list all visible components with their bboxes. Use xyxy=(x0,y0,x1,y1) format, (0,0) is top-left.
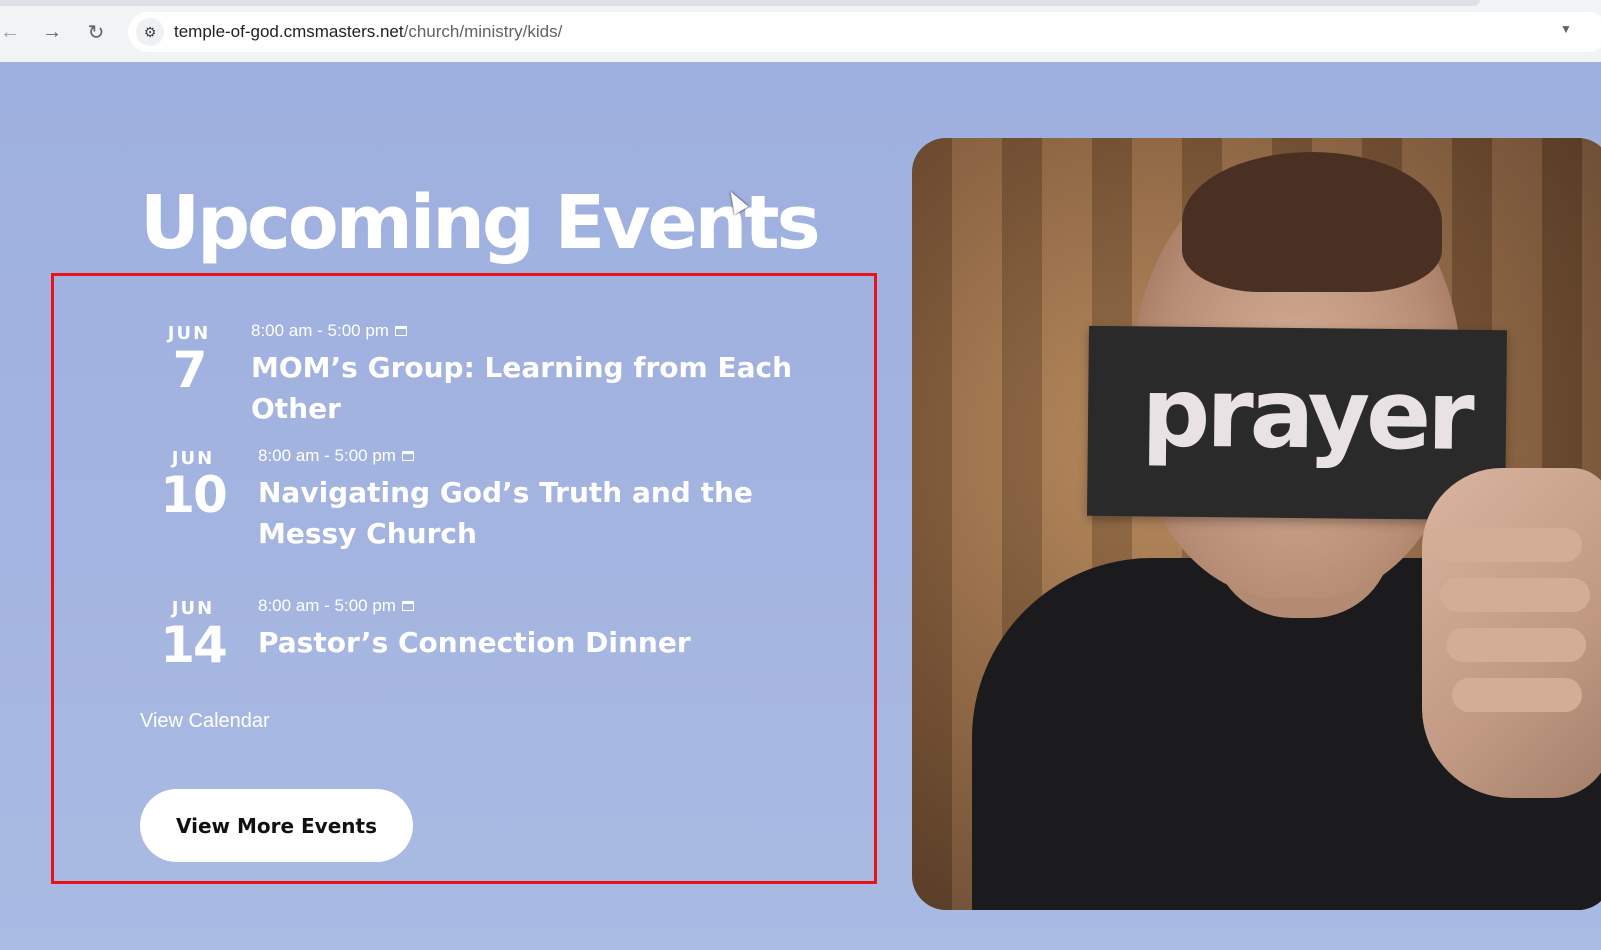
url-domain: temple-of-god.cmsmasters.net xyxy=(174,22,404,41)
chevron-down-icon[interactable]: ▼ xyxy=(1560,22,1572,36)
event-time-text: 8:00 am - 5:00 pm xyxy=(251,321,389,340)
event-time: 8:00 am - 5:00 pm xyxy=(258,596,838,616)
event-title[interactable]: Navigating God’s Truth and the Messy Chu… xyxy=(258,472,838,554)
prayer-photo: prayer xyxy=(912,138,1601,910)
event-title[interactable]: Pastor’s Connection Dinner xyxy=(258,622,838,663)
browser-toolbar: ← → ↻ ⚙ temple-of-god.cmsmasters.net/chu… xyxy=(0,0,1601,63)
calendar-icon xyxy=(401,601,414,611)
calendar-icon xyxy=(401,451,414,461)
event-day: 10 xyxy=(160,466,228,524)
event-day: 7 xyxy=(172,341,208,399)
finger xyxy=(1432,528,1582,562)
event-time-text: 8:00 am - 5:00 pm xyxy=(258,446,396,465)
reload-icon[interactable]: ↻ xyxy=(82,18,110,46)
site-info-icon[interactable]: ⚙ xyxy=(136,18,164,46)
event-info: 8:00 am - 5:00 pm Pastor’s Connection Di… xyxy=(258,596,838,663)
view-calendar-link[interactable]: View Calendar xyxy=(140,710,270,733)
event-info: 8:00 am - 5:00 pm MOM’s Group: Learning … xyxy=(251,321,871,429)
event-date: JUN 14 xyxy=(153,599,233,674)
finger xyxy=(1452,678,1582,712)
tab-strip xyxy=(0,0,1480,6)
event-time-text: 8:00 am - 5:00 pm xyxy=(258,596,396,615)
address-bar[interactable]: ⚙ temple-of-god.cmsmasters.net/church/mi… xyxy=(128,12,1601,52)
prayer-card-text: prayer xyxy=(1141,356,1472,472)
person-hair xyxy=(1182,152,1442,292)
finger xyxy=(1440,578,1590,612)
event-info: 8:00 am - 5:00 pm Navigating God’s Truth… xyxy=(258,446,838,554)
events-section: Upcoming Events JUN 7 8:00 am - 5:00 pm … xyxy=(0,62,1601,950)
forward-arrow-icon[interactable]: → xyxy=(38,18,66,46)
back-arrow-icon[interactable]: ← xyxy=(0,18,24,46)
event-time: 8:00 am - 5:00 pm xyxy=(258,446,838,466)
event-title[interactable]: MOM’s Group: Learning from Each Other xyxy=(251,347,871,429)
url-text[interactable]: temple-of-god.cmsmasters.net/church/mini… xyxy=(174,22,562,42)
finger xyxy=(1446,628,1586,662)
event-day: 14 xyxy=(160,616,228,674)
event-date: JUN 7 xyxy=(149,324,229,399)
event-date: JUN 10 xyxy=(153,449,233,524)
view-more-events-button[interactable]: View More Events xyxy=(140,789,413,862)
calendar-icon xyxy=(394,326,407,336)
url-path: /church/ministry/kids/ xyxy=(403,22,563,41)
section-heading: Upcoming Events xyxy=(140,180,821,266)
event-time: 8:00 am - 5:00 pm xyxy=(251,321,871,341)
